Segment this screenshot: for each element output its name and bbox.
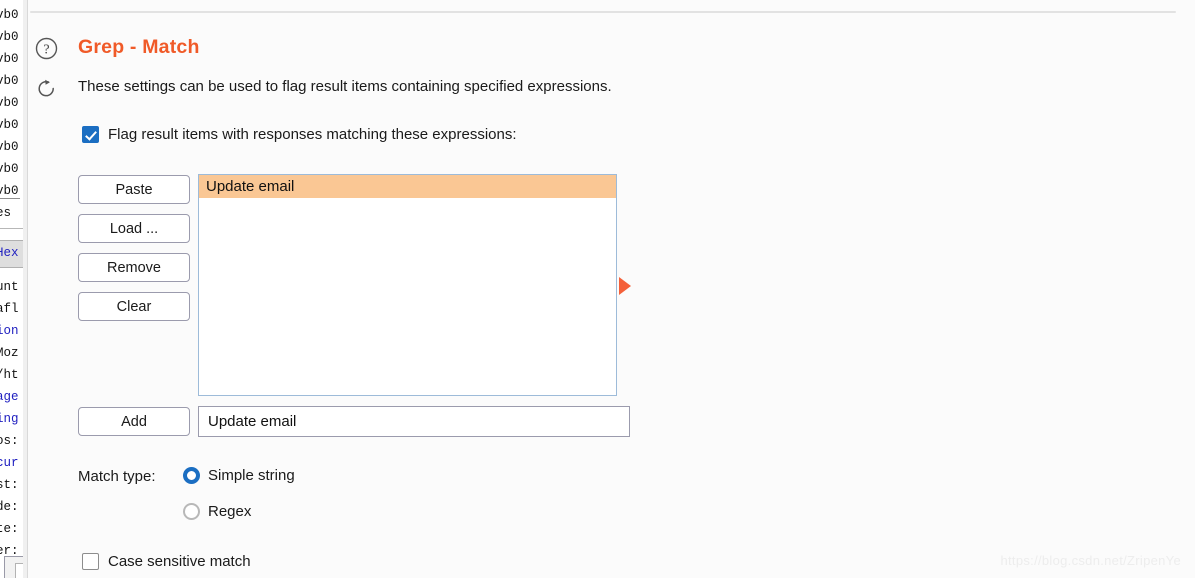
question-circle-icon[interactable]: ? — [35, 37, 58, 60]
strip-divider — [0, 228, 23, 229]
case-sensitive-checkbox-row[interactable]: Case sensitive match — [82, 553, 251, 570]
list-item[interactable]: Update email — [199, 175, 616, 198]
refresh-icon[interactable] — [36, 78, 57, 99]
radio-regex[interactable]: Regex — [183, 503, 251, 520]
hex-row: vb0 — [0, 96, 19, 110]
flag-results-checkbox[interactable] — [82, 126, 99, 143]
page-description: These settings can be used to flag resul… — [78, 78, 612, 95]
hex-tab-label: Hex — [0, 246, 19, 260]
header-fragment: te: — [0, 522, 19, 536]
grep-match-settings-panel: ? Grep - Match These settings can be use… — [28, 0, 1195, 578]
hex-row: vb0 — [0, 140, 19, 154]
page-title: Grep - Match — [78, 36, 200, 58]
case-sensitive-checkbox[interactable] — [82, 553, 99, 570]
radio-regex-label: Regex — [208, 503, 252, 520]
match-type-label: Match type: — [78, 468, 156, 485]
header-fragment: ing — [0, 412, 19, 426]
hex-row: vb0 — [0, 162, 19, 176]
hex-tab[interactable]: Hex — [0, 240, 23, 268]
hex-row: vb0 — [0, 8, 19, 22]
hex-row: vb0 — [0, 184, 19, 198]
hex-row: vb0 — [0, 74, 19, 88]
load-button[interactable]: Load ... — [78, 214, 190, 243]
flag-results-label: Flag result items with responses matchin… — [108, 126, 517, 143]
bottom-left-field-inner — [15, 563, 23, 578]
expression-input[interactable] — [198, 406, 630, 437]
expression-list[interactable]: Update email — [198, 174, 617, 396]
clear-button[interactable]: Clear — [78, 292, 190, 321]
header-fragment: ion — [0, 324, 19, 338]
radio-regex-indicator[interactable] — [183, 503, 200, 520]
radio-simple-string[interactable]: Simple string — [183, 467, 295, 484]
hex-row: vb0 — [0, 118, 19, 132]
left-background-panel: vb0 vb0 vb0 vb0 vb0 vb0 vb0 vb0 vb0 es H… — [0, 0, 23, 578]
header-fragment: /ht — [0, 368, 19, 382]
hex-row: vb0 — [0, 52, 19, 66]
bottom-left-field[interactable] — [4, 556, 23, 578]
header-fragment: age — [0, 390, 19, 404]
application-window: vb0 vb0 vb0 vb0 vb0 vb0 vb0 vb0 vb0 es H… — [0, 0, 1195, 578]
svg-text:?: ? — [43, 43, 49, 58]
radio-simple-string-indicator[interactable] — [183, 467, 200, 484]
triangle-right-icon — [619, 277, 631, 295]
header-fragment: Moz — [0, 346, 19, 360]
tab-fragment-label[interactable]: es — [0, 206, 11, 220]
header-fragment: cur — [0, 456, 19, 470]
case-sensitive-label: Case sensitive match — [108, 553, 251, 570]
header-fragment: st: — [0, 478, 19, 492]
hex-row-underline — [0, 198, 20, 199]
paste-button[interactable]: Paste — [78, 175, 190, 204]
header-fragment: afl — [0, 302, 19, 316]
radio-simple-string-label: Simple string — [208, 467, 295, 484]
hex-row: vb0 — [0, 30, 19, 44]
header-fragment: os: — [0, 434, 19, 448]
add-button[interactable]: Add — [78, 407, 190, 436]
remove-button[interactable]: Remove — [78, 253, 190, 282]
watermark-text: https://blog.csdn.net/ZripenYe — [1000, 553, 1181, 568]
flag-results-checkbox-row[interactable]: Flag result items with responses matchin… — [82, 126, 517, 143]
header-fragment: unt — [0, 280, 19, 294]
section-separator — [30, 11, 1176, 13]
header-fragment: de: — [0, 500, 19, 514]
